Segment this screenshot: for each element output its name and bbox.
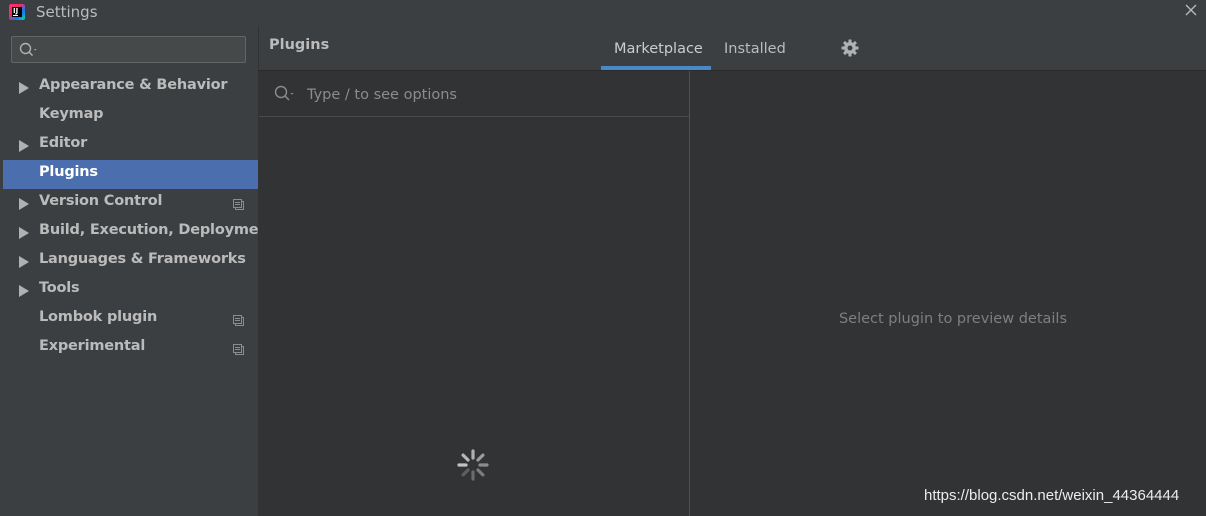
loading-spinner-icon xyxy=(455,447,491,483)
settings-search-box[interactable] xyxy=(11,36,246,63)
active-tab-indicator xyxy=(601,66,711,70)
expand-arrow-icon[interactable] xyxy=(19,227,29,239)
sidebar-item-appearance-behavior[interactable]: Appearance & Behavior xyxy=(0,73,258,102)
settings-search-input[interactable] xyxy=(42,40,241,61)
close-icon[interactable] xyxy=(1184,3,1198,17)
project-settings-icon xyxy=(233,343,244,355)
sidebar-item-version-control[interactable]: Version Control xyxy=(0,189,258,218)
settings-sidebar: Appearance & Behavior Keymap Editor Plug… xyxy=(0,26,275,516)
intellij-app-icon: IJ xyxy=(9,4,25,20)
sidebar-item-tools[interactable]: Tools xyxy=(0,276,258,305)
sidebar-item-label: Lombok plugin xyxy=(39,309,158,325)
sidebar-item-label: Editor xyxy=(39,135,88,151)
sidebar-item-build-execution-deployment[interactable]: Build, Execution, Deployment xyxy=(0,218,275,247)
expand-arrow-icon[interactable] xyxy=(19,256,29,268)
search-icon xyxy=(274,85,296,107)
expand-arrow-icon[interactable] xyxy=(19,82,29,94)
app-icon-letters: IJ xyxy=(13,7,19,15)
settings-tree: Appearance & Behavior Keymap Editor Plug… xyxy=(0,73,275,363)
sidebar-item-lombok-plugin[interactable]: Lombok plugin xyxy=(0,305,258,334)
sidebar-item-label: Languages & Frameworks xyxy=(39,251,246,267)
search-icon xyxy=(19,42,39,62)
sidebar-item-label: Appearance & Behavior xyxy=(39,77,228,93)
plugin-details-panel: Select plugin to preview details xyxy=(690,71,1206,516)
page-title: Plugins xyxy=(269,37,330,53)
sidebar-item-editor[interactable]: Editor xyxy=(0,131,258,160)
expand-arrow-icon[interactable] xyxy=(19,285,29,297)
expand-arrow-icon[interactable] xyxy=(19,140,29,152)
sidebar-item-label: Build, Execution, Deployment xyxy=(39,222,276,238)
sidebar-item-languages-frameworks[interactable]: Languages & Frameworks xyxy=(0,247,258,276)
expand-arrow-icon[interactable] xyxy=(19,198,29,210)
tab-marketplace[interactable]: Marketplace xyxy=(614,41,703,57)
project-settings-icon xyxy=(233,198,244,210)
tab-installed[interactable]: Installed xyxy=(724,41,786,57)
sidebar-item-label: Keymap xyxy=(39,106,104,122)
sidebar-item-label: Tools xyxy=(39,280,80,296)
sidebar-item-label: Plugins xyxy=(39,164,98,180)
sidebar-item-label: Version Control xyxy=(39,193,163,209)
window-title: Settings xyxy=(36,3,98,21)
plugin-list-panel xyxy=(259,71,690,516)
plugin-search-input[interactable] xyxy=(305,83,669,107)
title-bar: IJ Settings xyxy=(0,0,1206,26)
watermark-url: https://blog.csdn.net/weixin_44364444 xyxy=(924,487,1180,504)
sidebar-item-plugins[interactable]: Plugins xyxy=(3,160,258,189)
sidebar-item-label: Experimental xyxy=(39,338,146,354)
sidebar-item-keymap[interactable]: Keymap xyxy=(0,102,258,131)
plugins-header: Plugins Marketplace Installed xyxy=(259,26,1206,71)
plugin-search-box[interactable] xyxy=(259,71,689,117)
details-empty-text: Select plugin to preview details xyxy=(838,311,1068,327)
project-settings-icon xyxy=(233,314,244,326)
sidebar-item-experimental[interactable]: Experimental xyxy=(0,334,258,363)
gear-icon[interactable] xyxy=(841,39,859,57)
